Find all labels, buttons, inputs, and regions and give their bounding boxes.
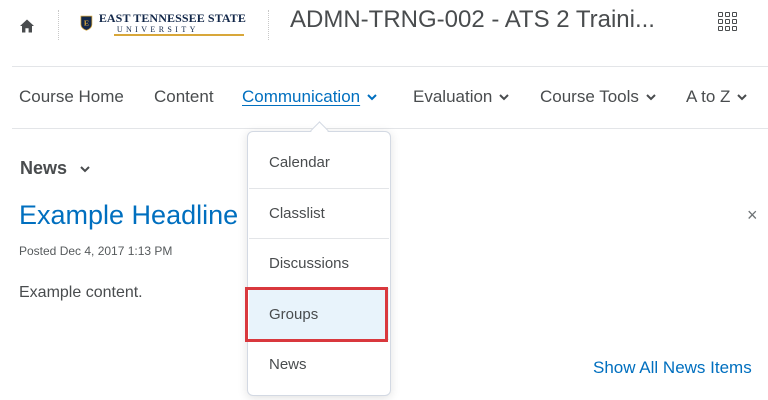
svg-text:E: E [84, 19, 89, 28]
nav-a-to-z[interactable]: A to Z [686, 87, 748, 107]
news-content: Example content. [19, 284, 143, 301]
header-border [12, 66, 768, 67]
menu-item-discussions[interactable]: Discussions [249, 238, 389, 288]
nav-evaluation[interactable]: Evaluation [413, 87, 510, 107]
highlight-annotation-box [245, 287, 388, 342]
course-navbar: Course Home Content Communication Evalua… [0, 80, 768, 116]
menu-item-calendar[interactable]: Calendar [249, 137, 389, 187]
news-widget-title[interactable]: News [20, 158, 91, 179]
nav-communication[interactable]: Communication [242, 87, 378, 107]
waffle-grid-icon[interactable] [718, 12, 740, 34]
nav-content[interactable]: Content [154, 87, 214, 107]
close-icon[interactable]: × [747, 206, 758, 224]
navbar-border [12, 128, 768, 129]
etsu-shield-logo: E [80, 15, 93, 31]
chevron-down-icon [80, 165, 90, 172]
home-icon [20, 19, 34, 33]
logo-text-line1: EAST TENNESSEE STATE [98, 11, 246, 25]
nav-course-tools[interactable]: Course Tools [540, 87, 657, 107]
chevron-down-icon [646, 94, 656, 101]
header-divider [268, 10, 269, 40]
news-posted-date: Posted Dec 4, 2017 1:13 PM [19, 244, 173, 258]
news-headline[interactable]: Example Headline [19, 200, 238, 231]
menu-item-classlist[interactable]: Classlist [249, 188, 389, 238]
header-divider [58, 10, 59, 40]
menu-item-news[interactable]: News [249, 339, 389, 389]
course-title[interactable]: ADMN-TRNG-002 - ATS 2 Traini... [290, 6, 655, 34]
chevron-down-icon [499, 94, 510, 101]
nav-course-home[interactable]: Course Home [19, 87, 124, 107]
header: E EAST TENNESSEE STATE UNIVERSITY ADMN-T… [0, 0, 768, 66]
home-button[interactable] [14, 13, 40, 39]
logo-rule [114, 34, 244, 36]
show-all-news-link[interactable]: Show All News Items [593, 358, 752, 378]
chevron-down-icon [737, 94, 748, 101]
communication-dropdown-menu: Calendar Classlist Discussions Groups Ne… [247, 131, 391, 396]
chevron-down-icon [367, 94, 377, 101]
logo-text-line2: UNIVERSITY [116, 25, 199, 34]
